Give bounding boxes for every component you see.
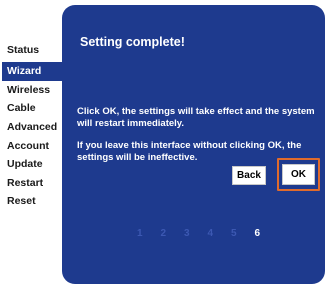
sidebar-item-wizard[interactable]: Wizard bbox=[2, 62, 64, 81]
back-button[interactable]: Back bbox=[232, 166, 266, 185]
ok-button[interactable]: OK bbox=[282, 164, 315, 185]
sidebar-item-wireless[interactable]: Wireless bbox=[2, 81, 64, 100]
sidebar-item-cable[interactable]: Cable bbox=[2, 99, 64, 118]
dialog-title: Setting complete! bbox=[80, 35, 185, 49]
step-5: 5 bbox=[231, 228, 237, 239]
restart-message: Click OK, the settings will take effect … bbox=[77, 106, 315, 129]
step-6-current: 6 bbox=[254, 228, 261, 239]
sidebar-nav: Status Wizard Wireless Cable Advanced Ac… bbox=[0, 0, 66, 289]
sidebar-item-restart[interactable]: Restart bbox=[2, 174, 64, 193]
step-4: 4 bbox=[207, 228, 214, 239]
sidebar-item-reset[interactable]: Reset bbox=[2, 192, 64, 211]
step-2: 2 bbox=[160, 228, 167, 239]
sidebar-item-update[interactable]: Update bbox=[2, 155, 64, 174]
sidebar-item-account[interactable]: Account bbox=[2, 137, 64, 156]
sidebar-item-status[interactable]: Status bbox=[2, 41, 64, 60]
wizard-panel: Setting complete! Click OK, the settings… bbox=[62, 5, 325, 284]
step-1: 1 bbox=[137, 228, 143, 239]
sidebar-item-advanced[interactable]: Advanced bbox=[2, 118, 64, 137]
step-3: 3 bbox=[184, 228, 190, 239]
wizard-step-indicator: 1 2 3 4 5 6 bbox=[137, 228, 278, 239]
